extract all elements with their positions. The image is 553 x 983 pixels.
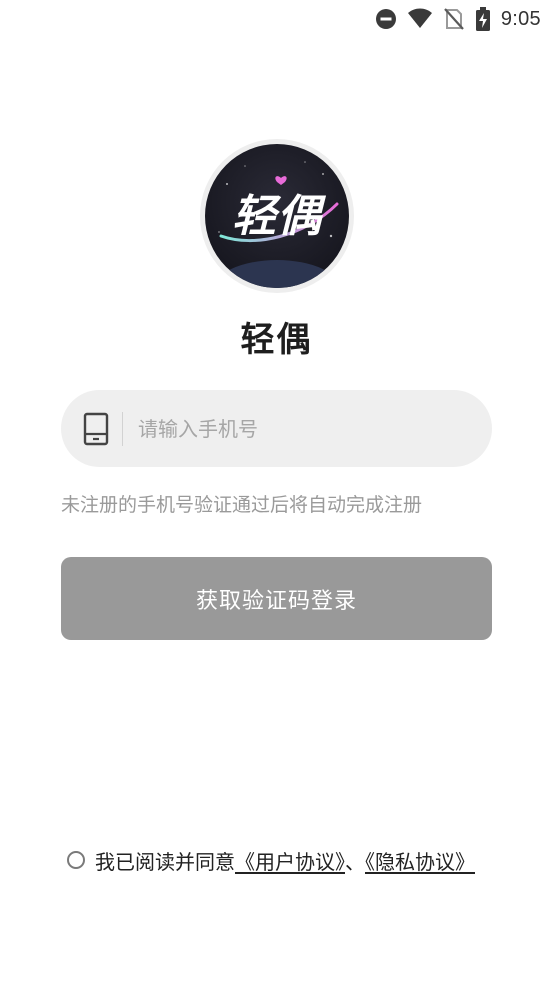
app-logo: 轻偶 xyxy=(200,139,354,293)
wifi-icon xyxy=(407,8,433,30)
agreement-prefix: 我已阅读并同意 xyxy=(95,850,235,874)
app-title: 轻偶 xyxy=(240,320,313,360)
agreement: 我已阅读并同意《用户协议》、《隐私协议》 xyxy=(67,847,497,877)
phone-field[interactable] xyxy=(61,390,492,467)
field-divider xyxy=(122,411,123,446)
agreement-text: 我已阅读并同意《用户协议》、《隐私协议》 xyxy=(95,847,491,877)
no-sim-icon xyxy=(443,7,465,31)
logo-circle: 轻偶 xyxy=(205,144,349,288)
privacy-agreement-link[interactable]: 《隐私协议》 xyxy=(365,850,475,874)
status-bar: 9:05 xyxy=(0,0,553,38)
status-icons: 9:05 xyxy=(375,6,541,32)
logo-text: 轻偶 xyxy=(232,191,322,242)
agreement-separator: 、 xyxy=(345,850,365,874)
phone-icon xyxy=(83,411,109,447)
agree-radio[interactable] xyxy=(67,851,85,869)
battery-charging-icon xyxy=(475,7,491,31)
phone-input[interactable] xyxy=(138,408,468,449)
user-agreement-link[interactable]: 《用户协议》 xyxy=(235,850,345,874)
get-code-login-button[interactable]: 获取验证码登录 xyxy=(61,557,492,640)
status-time: 9:05 xyxy=(500,7,541,30)
register-hint: 未注册的手机号验证通过后将自动完成注册 xyxy=(61,494,423,516)
do-not-disturb-icon xyxy=(375,8,397,30)
